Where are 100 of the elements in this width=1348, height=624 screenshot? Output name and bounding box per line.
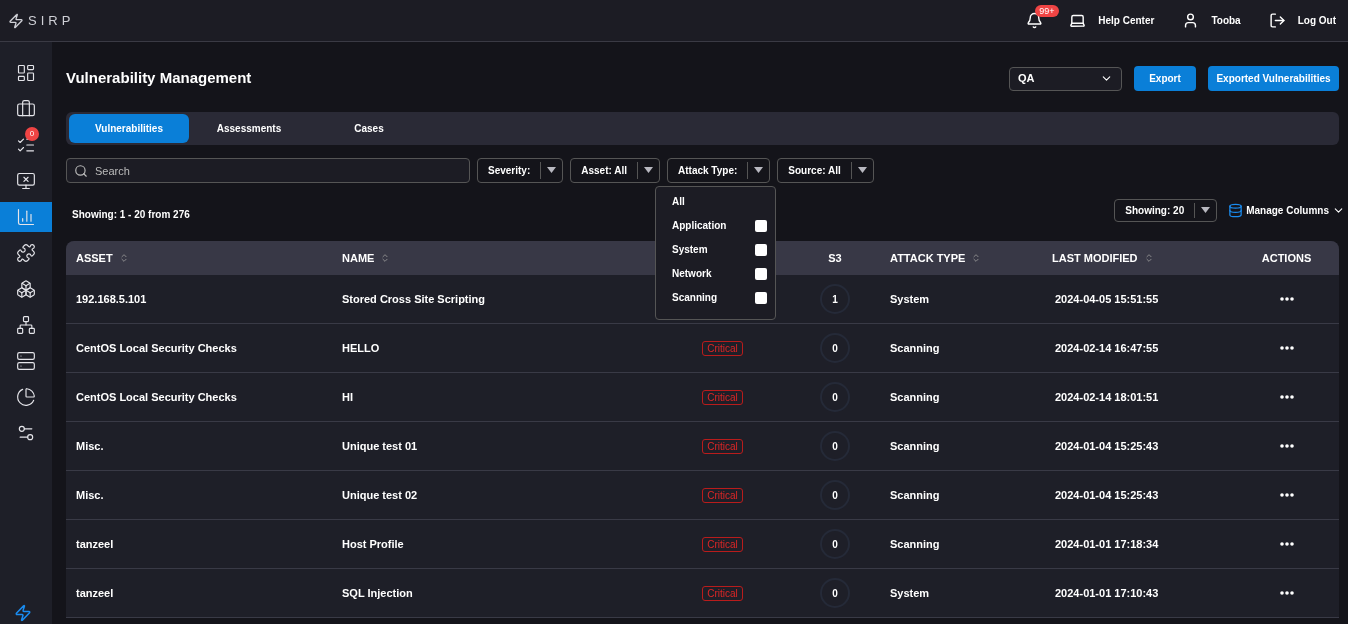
- user-menu[interactable]: Tooba: [1182, 12, 1241, 29]
- notifications-button[interactable]: [1026, 12, 1044, 29]
- severity-tag: Critical: [702, 536, 743, 552]
- severity-tag: Critical: [702, 487, 743, 503]
- menu-option[interactable]: All: [672, 193, 767, 210]
- caret-icon: [1201, 207, 1211, 213]
- table-cell-text: System: [889, 585, 931, 601]
- tab[interactable]: Vulnerabilities: [69, 114, 189, 143]
- sidebar-item[interactable]: 0: [0, 130, 52, 160]
- menu-option[interactable]: Application: [672, 217, 767, 234]
- table-cell-text: Unique test 01: [341, 438, 419, 454]
- more-actions-button[interactable]: [1277, 344, 1296, 352]
- boxes-icon: [16, 279, 36, 299]
- pie-chart-icon: [16, 387, 36, 407]
- laptop-icon: [1069, 12, 1087, 29]
- search-field[interactable]: Search: [66, 158, 470, 183]
- table-cell-text: Host Profile: [341, 536, 405, 552]
- table-cell-text: HI: [341, 389, 354, 405]
- server-icon: [16, 351, 36, 371]
- sidebar-badge: 0: [25, 127, 39, 141]
- table-cell-text: 2024-01-01 17:10:43: [1054, 585, 1160, 601]
- table-cell-text: 2024-01-04 15:25:43: [1054, 487, 1160, 503]
- puzzle-icon: [16, 243, 36, 263]
- menu-option[interactable]: System: [672, 241, 767, 258]
- more-actions-button[interactable]: [1277, 442, 1296, 450]
- table-cell-text: Scanning: [889, 340, 941, 356]
- caret-icon: [754, 167, 764, 173]
- manage-columns-button[interactable]: Manage Columns: [1228, 202, 1345, 218]
- checkbox[interactable]: [755, 219, 767, 232]
- more-icon: [1279, 591, 1294, 595]
- table-cell-text: System: [889, 291, 931, 307]
- page-size-select[interactable]: Showing: 20: [1114, 198, 1218, 222]
- columns-icon: [1228, 202, 1244, 218]
- checkbox[interactable]: [755, 291, 767, 304]
- table-cell-text: Scanning: [889, 389, 941, 405]
- brand-icon: [14, 604, 32, 622]
- table-cell-text: tanzeel: [75, 585, 115, 601]
- filter-dropdown[interactable]: Severity:: [477, 157, 564, 183]
- more-actions-button[interactable]: [1277, 540, 1296, 548]
- score-value: 0: [832, 439, 838, 454]
- table-cell-text: Scanning: [889, 536, 941, 552]
- severity-tag: Critical: [702, 389, 743, 405]
- workspace-select[interactable]: QA: [1009, 66, 1122, 91]
- score-value: 0: [832, 390, 838, 405]
- more-actions-button[interactable]: [1277, 295, 1296, 303]
- help-center-link[interactable]: Help Center: [1069, 12, 1155, 29]
- logo-icon: [8, 12, 24, 29]
- menu-option[interactable]: Network: [672, 265, 767, 282]
- score-value: 0: [832, 341, 838, 356]
- export-button[interactable]: Exported Vulnerabilities: [1208, 66, 1339, 91]
- more-icon: [1279, 493, 1294, 497]
- logout-button[interactable]: Log Out: [1268, 12, 1336, 29]
- column-header: S3: [828, 250, 842, 266]
- logout-icon: [1268, 12, 1286, 29]
- table-cell-text: 2024-02-14 16:47:55: [1054, 340, 1160, 356]
- more-icon: [1279, 346, 1294, 350]
- severity-tag: Critical: [702, 438, 743, 454]
- more-actions-button[interactable]: [1277, 589, 1296, 597]
- search-icon: [74, 163, 88, 178]
- score-value: 0: [832, 586, 838, 601]
- filter-dropdown[interactable]: Attack Type:: [667, 157, 771, 183]
- column-header[interactable]: ATTACK TYPE: [890, 249, 966, 267]
- export-button[interactable]: Export: [1134, 66, 1196, 91]
- table-cell-text: 192.168.5.101: [75, 291, 148, 307]
- table-cell-text: CentOS Local Security Checks: [75, 340, 238, 356]
- bell-icon: [1026, 12, 1044, 29]
- caret-icon: [644, 167, 653, 173]
- caret-icon: [547, 167, 557, 173]
- column-header[interactable]: NAME: [342, 249, 375, 267]
- table-cell-text: SQL Injection: [341, 585, 414, 601]
- checkbox[interactable]: [755, 267, 767, 280]
- table-cell-text: 2024-04-05 15:51:55: [1054, 291, 1160, 307]
- more-icon: [1279, 297, 1294, 301]
- result-count: Showing: 1 - 20 from 276: [72, 207, 190, 222]
- table-cell-text: CentOS Local Security Checks: [75, 389, 238, 405]
- tab[interactable]: Assessments: [189, 114, 309, 143]
- more-icon: [1279, 542, 1294, 546]
- filter-dropdown[interactable]: Asset: All: [570, 157, 660, 183]
- table-cell-text: tanzeel: [75, 536, 115, 552]
- table-cell-text: Misc.: [75, 487, 105, 503]
- table-cell-text: Scanning: [889, 438, 941, 454]
- logo-text: SIRP: [28, 11, 75, 30]
- column-header[interactable]: ASSET: [76, 249, 113, 267]
- menu-option[interactable]: Scanning: [672, 289, 767, 306]
- filter-dropdown[interactable]: Source: All: [777, 157, 874, 183]
- more-actions-button[interactable]: [1277, 491, 1296, 499]
- column-header[interactable]: LAST MODIFIED: [1052, 249, 1138, 267]
- table-cell-text: Stored Cross Site Scripting: [341, 291, 487, 307]
- notification-count: 99+: [1035, 5, 1059, 17]
- column-header: ACTIONS: [1261, 250, 1312, 266]
- briefcase-icon: [16, 99, 36, 119]
- bar-chart-icon: [16, 207, 36, 227]
- more-actions-button[interactable]: [1277, 393, 1296, 401]
- table-cell-text: Misc.: [75, 438, 105, 454]
- checkbox[interactable]: [755, 243, 767, 256]
- tab[interactable]: Cases: [309, 114, 429, 143]
- severity-tag: Critical: [702, 340, 743, 356]
- table-cell-text: HELLO: [341, 340, 381, 356]
- table-cell-text: 2024-02-14 18:01:51: [1054, 389, 1160, 405]
- network-icon: [16, 315, 36, 335]
